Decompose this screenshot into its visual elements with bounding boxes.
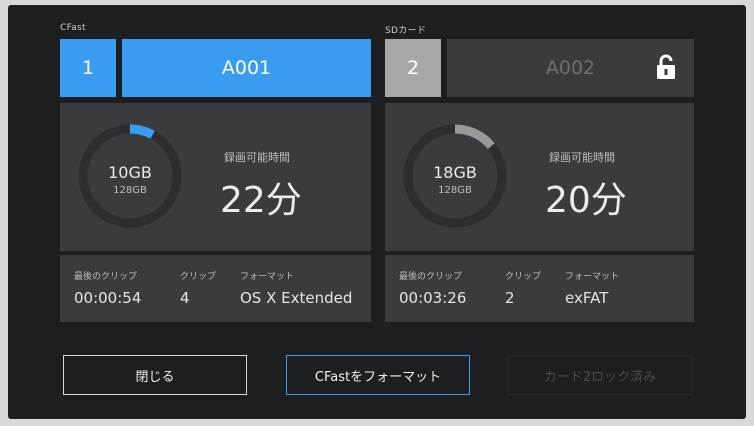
slot2-number[interactable]: 2 bbox=[385, 39, 441, 97]
slot2-record-time-label: 録画可能時間 bbox=[549, 151, 615, 164]
slot2-last-clip: 00:03:26 bbox=[399, 289, 467, 307]
slot1-record-time-label: 録画可能時間 bbox=[224, 151, 290, 164]
slot2-format-label: フォーマット bbox=[565, 272, 620, 282]
slot1-record-time: 22分 bbox=[220, 180, 302, 221]
slot1-clip-name[interactable]: A001 bbox=[122, 39, 371, 97]
slot2-clips-label: クリップ bbox=[505, 272, 542, 282]
slot1-last-clip-label: 最後のクリップ bbox=[74, 272, 138, 282]
slot1-format: OS X Extended bbox=[240, 289, 353, 307]
slot1-stats-panel: 最後のクリップ 00:00:54 クリップ 4 フォーマット OS X Exte… bbox=[60, 255, 371, 322]
slot1-usage-text: 10GB 128GB bbox=[75, 163, 185, 196]
storage-screen: CFast 1 A001 10GB 128GB 録画可能時間 22分 最後のクリ… bbox=[8, 5, 746, 419]
slot2-total: 128GB bbox=[438, 185, 472, 196]
lock-icon bbox=[657, 54, 675, 79]
slot1-info-panel: 10GB 128GB 録画可能時間 22分 bbox=[60, 103, 371, 251]
card2-locked-button[interactable]: カード2ロック済み bbox=[508, 355, 692, 395]
slot2-stats-panel: 最後のクリップ 00:03:26 クリップ 2 フォーマット exFAT bbox=[385, 255, 694, 322]
slot1-type-label: CFast bbox=[60, 23, 86, 33]
slot1-clips: 4 bbox=[180, 289, 190, 307]
slot2-type-label: SDカード bbox=[385, 26, 427, 36]
slot2-record-time: 20分 bbox=[545, 180, 627, 221]
slot1-clips-label: クリップ bbox=[180, 272, 217, 282]
format-cfast-button[interactable]: CFastをフォーマット bbox=[286, 355, 470, 395]
slot2-used: 18GB bbox=[433, 163, 477, 182]
slot2-last-clip-label: 最後のクリップ bbox=[399, 272, 463, 282]
slot1-last-clip: 00:00:54 bbox=[74, 289, 142, 307]
close-button[interactable]: 閉じる bbox=[63, 355, 247, 395]
slot1-number[interactable]: 1 bbox=[60, 39, 116, 97]
slot1-used: 10GB bbox=[108, 163, 152, 182]
slot1-total: 128GB bbox=[113, 185, 147, 196]
slot1-format-label: フォーマット bbox=[240, 272, 295, 282]
slot2-usage-text: 18GB 128GB bbox=[400, 163, 510, 196]
slot2-clips: 2 bbox=[505, 289, 515, 307]
slot2-info-panel: 18GB 128GB 録画可能時間 20分 bbox=[385, 103, 694, 251]
slot2-format: exFAT bbox=[565, 289, 609, 307]
